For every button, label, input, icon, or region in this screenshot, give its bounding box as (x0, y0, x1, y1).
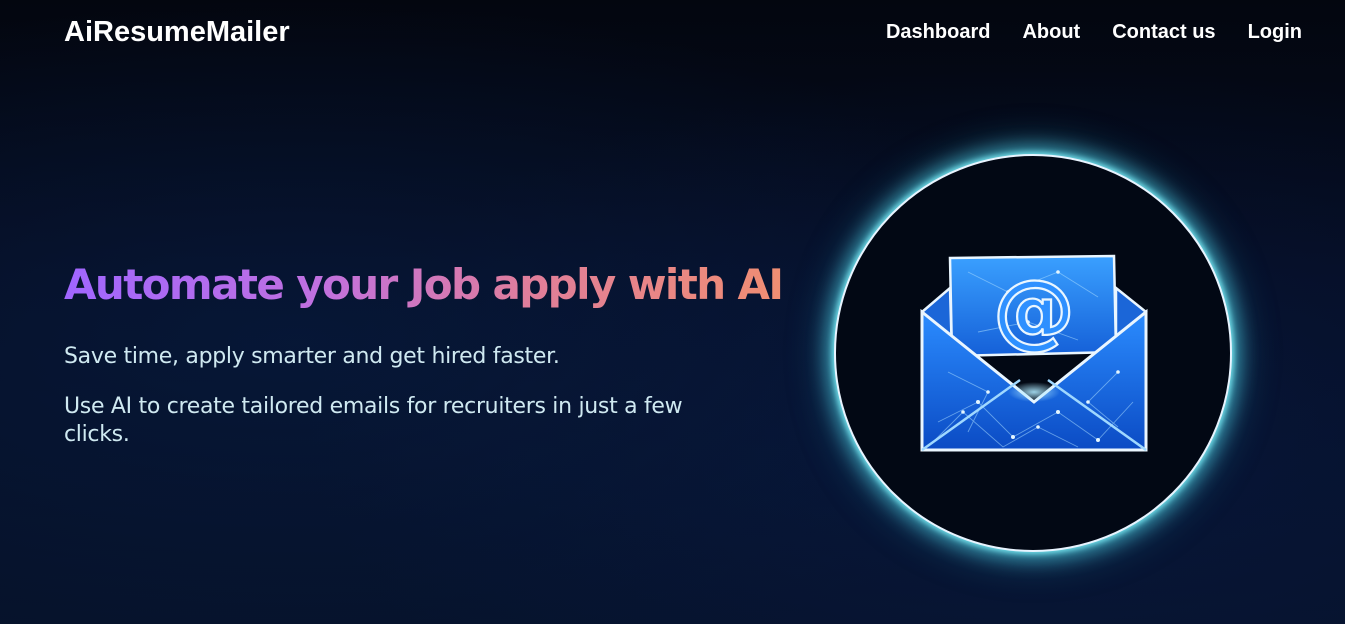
email-envelope-at-icon: @ (920, 254, 1148, 452)
nav-link-dashboard[interactable]: Dashboard (886, 21, 990, 44)
hero-description: Use AI to create tailored emails for rec… (64, 394, 683, 447)
nav-link-login[interactable]: Login (1248, 21, 1302, 44)
hero-image-circle: @ (834, 154, 1232, 552)
nav-link-contact[interactable]: Contact us (1112, 21, 1215, 44)
nav-links: Dashboard About Contact us Login (886, 21, 1302, 44)
hero-section: Automate your Job apply with AI Save tim… (64, 260, 784, 449)
brand-logo[interactable]: AiResumeMailer (64, 16, 290, 49)
hero-title: Automate your Job apply with AI (64, 260, 784, 309)
nav-link-about[interactable]: About (1022, 21, 1080, 44)
at-symbol: @ (993, 263, 1075, 358)
top-navbar: AiResumeMailer Dashboard About Contact u… (0, 0, 1345, 64)
hero-subtitle: Save time, apply smarter and get hired f… (64, 344, 560, 369)
